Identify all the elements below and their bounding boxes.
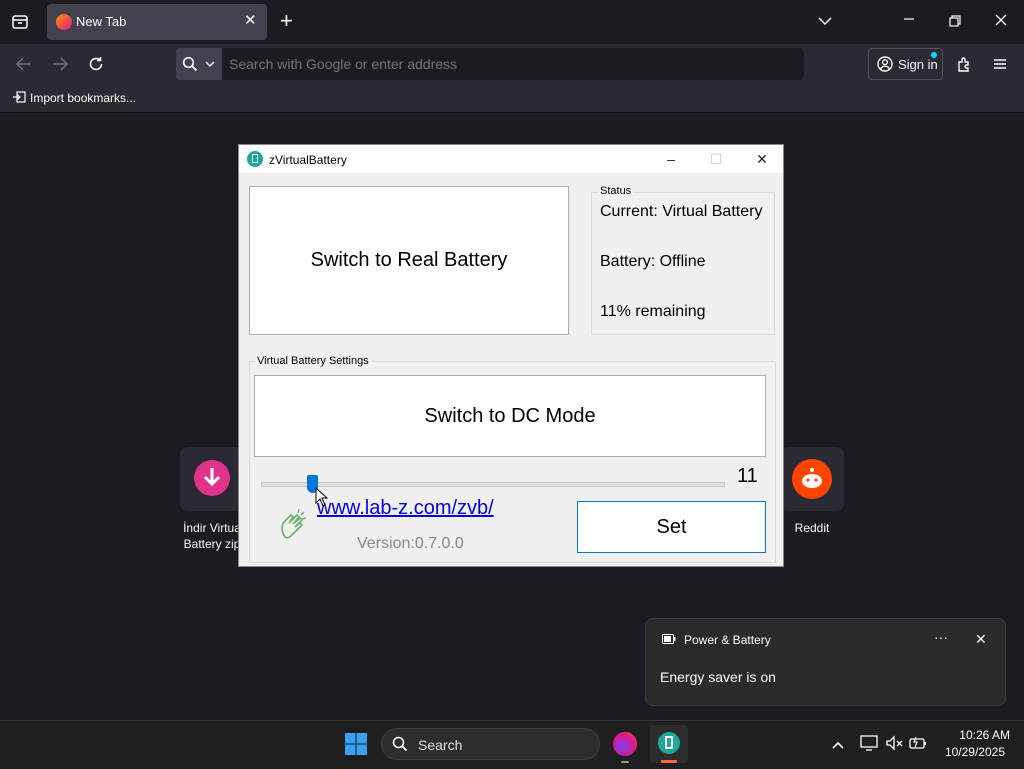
restore-icon[interactable] xyxy=(948,14,962,32)
zvirtualbattery-taskbar-button[interactable] xyxy=(650,725,688,763)
bookmarks-toolbar xyxy=(0,84,1024,113)
taskbar-search-icon xyxy=(392,736,408,752)
switch-to-real-battery-button[interactable]: Switch to Real Battery xyxy=(249,186,569,335)
show-hidden-icons-icon[interactable] xyxy=(831,737,845,755)
slider-value: 11 xyxy=(737,465,758,487)
start-icon[interactable] xyxy=(344,732,368,761)
forward-icon[interactable] xyxy=(51,56,69,76)
app-close-icon[interactable]: ✕ xyxy=(750,149,774,169)
status-current: Current: Virtual Battery xyxy=(600,203,763,220)
taskbar-search[interactable]: Search xyxy=(381,728,600,760)
search-icon xyxy=(182,56,198,72)
back-icon[interactable] xyxy=(15,56,33,76)
firefox-running-indicator xyxy=(621,761,629,763)
more-options-icon[interactable]: ··· xyxy=(934,629,948,645)
clapping-hands-icon xyxy=(279,507,309,544)
battery-saver-icon[interactable] xyxy=(908,735,928,756)
close-window-icon[interactable] xyxy=(994,13,1008,31)
reddit-icon xyxy=(792,459,832,499)
notification-dot xyxy=(931,52,937,58)
notification-toast[interactable]: Power & Battery ··· ✕ Energy saver is on xyxy=(645,618,1006,706)
status-group-label: Status xyxy=(598,185,634,197)
sign-in-button[interactable]: Sign in xyxy=(868,48,943,80)
window-titlebar[interactable]: zVirtualBattery – ☐ ✕ xyxy=(239,145,783,173)
app-window: zVirtualBattery – ☐ ✕ Switch to Real Bat… xyxy=(238,144,784,567)
network-icon[interactable] xyxy=(860,735,880,756)
reload-icon[interactable] xyxy=(87,55,105,77)
firefox-taskbar-icon[interactable] xyxy=(613,732,637,756)
notification-title: Power & Battery xyxy=(684,633,771,647)
app-maximize-icon: ☐ xyxy=(709,151,723,167)
tab-overview-icon[interactable] xyxy=(11,13,29,35)
extensions-icon[interactable] xyxy=(956,55,974,77)
status-battery: Battery: Offline xyxy=(600,253,706,270)
tab-title: New Tab xyxy=(76,14,127,29)
clock-time[interactable]: 10:26 AM xyxy=(940,728,1010,742)
new-tab-icon[interactable]: + xyxy=(280,10,293,32)
mouse-cursor-icon xyxy=(315,486,329,512)
close-tab-icon[interactable]: ✕ xyxy=(244,13,257,28)
dismiss-icon[interactable]: ✕ xyxy=(975,631,987,648)
app-menu-icon[interactable] xyxy=(992,56,1008,76)
import-bookmarks-link[interactable]: Import bookmarks... xyxy=(12,90,136,105)
sign-in-label: Sign in xyxy=(898,57,938,72)
active-indicator xyxy=(661,760,677,763)
app-icon xyxy=(247,151,263,167)
chevron-down-icon xyxy=(205,61,215,67)
shortcut-tile-download[interactable] xyxy=(180,447,244,511)
shortcut-label-reddit: Reddit xyxy=(794,521,830,535)
clock-date[interactable]: 10/29/2025 xyxy=(930,745,1005,759)
minimize-icon[interactable] xyxy=(902,12,916,30)
account-icon xyxy=(877,56,893,72)
zvirtualbattery-taskbar-icon xyxy=(658,732,680,754)
settings-group-label: Virtual Battery Settings xyxy=(255,355,371,367)
tab-new-tab[interactable]: New Tab ✕ xyxy=(47,4,267,40)
switch-to-dc-mode-button[interactable]: Switch to DC Mode xyxy=(254,375,766,457)
download-icon xyxy=(194,460,230,496)
firefox-icon xyxy=(56,14,72,30)
battery-level-slider[interactable] xyxy=(261,482,725,487)
website-link[interactable]: www.lab-z.com/zvb/ xyxy=(317,497,494,520)
window-title: zVirtualBattery xyxy=(269,153,347,167)
taskbar-search-label: Search xyxy=(418,737,463,753)
battery-icon xyxy=(662,634,676,644)
set-button[interactable]: Set xyxy=(577,501,766,553)
app-minimize-icon[interactable]: – xyxy=(659,149,683,169)
list-all-tabs-icon[interactable] xyxy=(817,13,833,33)
shortcut-tile-reddit[interactable] xyxy=(780,447,844,511)
search-engine-button[interactable] xyxy=(176,48,222,80)
version-label: Version:0.7.0.0 xyxy=(357,535,464,552)
address-input[interactable] xyxy=(229,56,789,72)
import-bookmarks-label: Import bookmarks... xyxy=(30,91,137,105)
volume-muted-icon[interactable] xyxy=(885,735,905,756)
notification-body: Energy saver is on xyxy=(660,669,776,685)
import-icon xyxy=(13,91,26,103)
status-remaining: 11% remaining xyxy=(600,303,706,320)
